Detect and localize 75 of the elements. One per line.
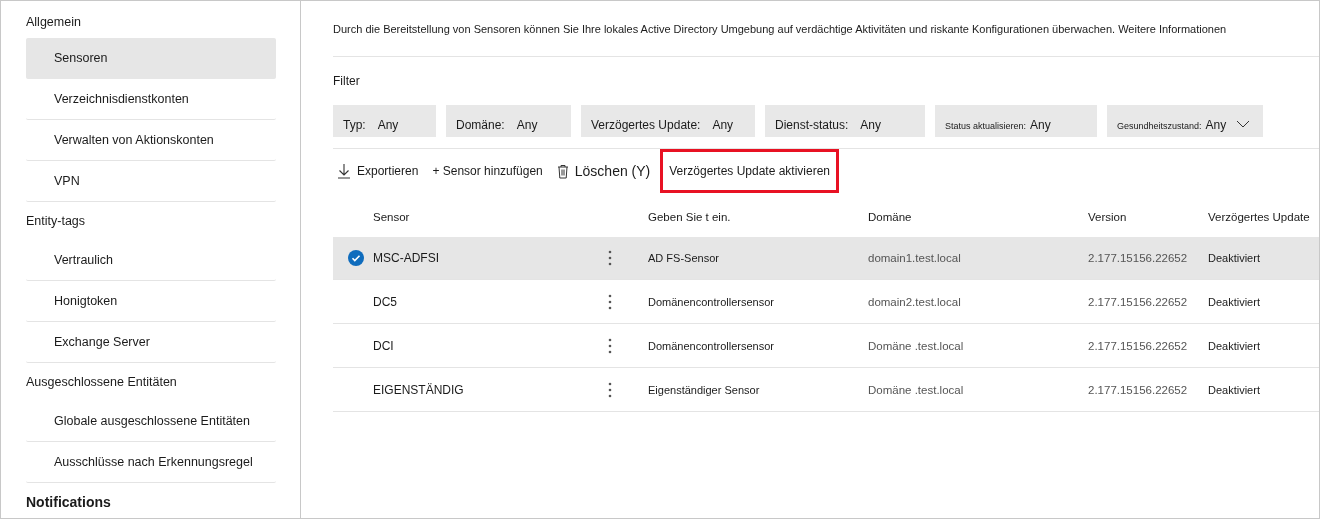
nav-item[interactable]: Ausschlüsse nach Erkennungsregel [26,442,276,483]
table-cell-text: EIGENSTÄNDIG [373,382,465,397]
checkmark-icon[interactable] [348,250,364,266]
toolbar-button[interactable]: Exportieren [333,163,423,179]
filter-dropdown[interactable]: Status aktualisieren: Any [935,105,1097,137]
table-cell-text: Deaktiviert [1208,383,1261,396]
table-row[interactable]: EIGENSTÄNDIG Eigenständiger Sensor Domäne .test.local 2.177.15156.22652 Deaktiviert [333,368,1319,412]
nav-item[interactable]: Sensoren [26,38,276,79]
table-cell-text: DCI [373,338,395,353]
filter-value: Any [1030,118,1051,132]
table-cell-text: 2.177.15156.22652 [1088,252,1189,264]
table-cell-text: domain1.test.local [868,252,962,264]
column-header: Version [1088,210,1128,223]
filter-label-text: Typ: [343,118,366,132]
table-cell-text: Domäne .test.local [868,339,965,352]
nav-group-title: Notifications [26,493,112,512]
table-cell-text: 2.177.15156.22652 [1088,339,1189,352]
filter-label-text: Dienst-status: [775,118,849,132]
download-icon [337,163,351,179]
column-header: Domäne [868,210,913,223]
filter-label-text: Status aktualisieren: [945,121,1027,132]
learn-more-link[interactable]: Weitere Informationen [1118,22,1227,35]
column-header: Verzögertes Update [1208,210,1311,223]
nav-item[interactable]: Verwalten von Aktionskonten [26,120,276,161]
filter-dropdown[interactable]: Verzögertes Update: Any [581,105,755,137]
nav-item[interactable]: Vertraulich [26,240,276,281]
table-row[interactable]: MSC-ADFSI AD FS-Sensor domain1.test.local 2.177.15156.22652 Deaktiviert [333,237,1319,280]
nav-item[interactable]: VPN [26,161,276,202]
chevron-down-icon [1236,120,1251,128]
filter-label-text: Verzögertes Update: [591,118,701,132]
toolbar-button[interactable]: Verzögertes Update aktivieren [660,149,840,193]
nav-item[interactable]: Honigtoken [26,281,276,322]
table-cell-text: AD FS-Sensor [648,252,720,264]
filter-value: Any [516,118,538,132]
table-cell-text: Eigenständiger Sensor [648,383,761,396]
table-cell-text: MSC-ADFSI [373,251,440,265]
table-cell-text: domain2.test.local [868,295,962,308]
toolbar-button[interactable]: + Sensor hinzufügen [428,164,547,178]
description-text: Durch die Bereitstellung von Sensoren können Sie Ihre lokales Active Directory Umgebung auf verdächtige Aktivitäten und riskante Konfigurationen überwachen. Weitere Informationen [333,1,1319,57]
filter-value: Any [712,118,734,132]
nav-item[interactable]: Exchange Server [26,322,276,363]
more-options-icon[interactable] [608,381,612,398]
filter-label: Filter [333,73,361,90]
trash-icon [556,163,569,179]
more-options-icon[interactable] [608,293,612,310]
column-header: Geben Sie t ein. [648,210,732,223]
table-cell-text: DC5 [373,294,398,309]
table-cell-text: Deaktiviert [1208,295,1261,308]
table-cell-text: 2.177.15156.22652 [1088,295,1189,308]
table-cell-text: Deaktiviert [1208,339,1261,352]
nav-group-title: Entity-tags [26,213,87,230]
table-cell-text: 2.177.15156.22652 [1088,383,1189,396]
table-row[interactable]: DCI Domänencontrollersensor Domäne .test.local 2.177.15156.22652 Deaktiviert [333,324,1319,368]
table-cell-text: Domänencontrollersensor [648,339,775,352]
filter-value: Any [860,118,882,132]
filter-value: Any [377,118,399,132]
filter-label-text: Gesundheitszustand: [1117,121,1202,132]
filter-dropdown[interactable]: Typ: Any [333,105,436,137]
more-options-icon[interactable] [608,337,612,354]
nav-group-title: Ausgeschlossene Entitäten [26,374,178,391]
filter-dropdown[interactable]: Domäne: Any [446,105,571,137]
nav-item[interactable]: Globale ausgeschlossene Entitäten [26,401,276,442]
column-header: Sensor [373,210,411,223]
toolbar-button[interactable]: Löschen (Y) [552,163,655,179]
filter-dropdown[interactable]: Dienst-status: Any [765,105,925,137]
more-options-icon[interactable] [608,250,612,266]
table-row[interactable]: DC5 Domänencontrollersensor domain2.test.local 2.177.15156.22652 Deaktiviert [333,280,1319,324]
nav-item[interactable]: Verzeichnisdienstkonten [26,79,276,120]
filter-value: Any [1205,118,1227,132]
nav-group-title: Allgemein [26,13,82,31]
table-cell-text: Domänencontrollersensor [648,295,775,308]
filter-label-text: Domäne: [456,118,505,132]
table-cell-text: Domäne .test.local [868,383,965,396]
filter-dropdown[interactable]: Gesundheitszustand: Any [1107,105,1263,137]
table-cell-text: Deaktiviert [1208,252,1261,264]
